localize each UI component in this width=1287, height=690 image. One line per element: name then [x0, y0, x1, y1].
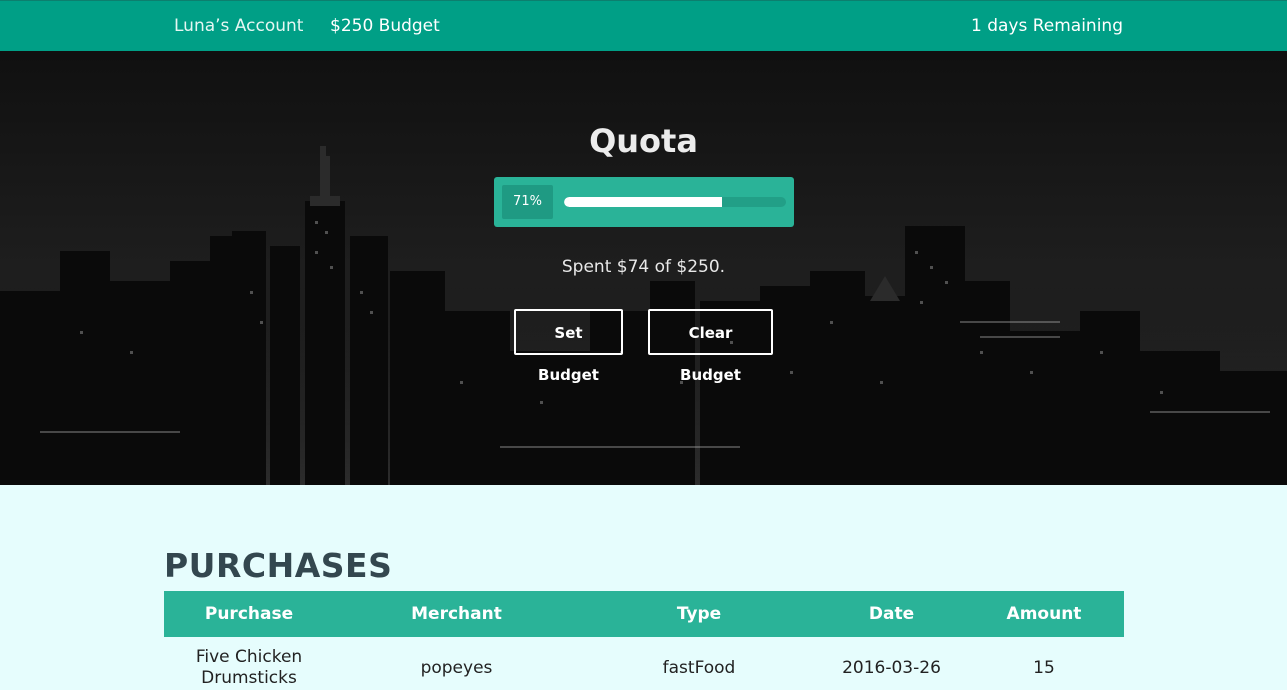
- days-remaining: 1 days Remaining: [970, 16, 1123, 36]
- purchases-table: Purchase Merchant Type Date Amount Five …: [164, 591, 1124, 690]
- account-name[interactable]: Luna’s Account: [174, 15, 303, 37]
- quota-title: Quota: [589, 122, 698, 160]
- cell-type: fastFood: [662, 658, 736, 678]
- spent-summary: Spent $74 of $250.: [561, 257, 726, 277]
- quota-progress-track: [564, 197, 786, 207]
- cell-purchase: Five Chicken Drumsticks: [195, 647, 303, 688]
- cell-amount: 15: [1033, 658, 1055, 678]
- clear-budget-button[interactable]: Clear Budget: [648, 309, 773, 384]
- quota-progress: 71%: [494, 177, 794, 227]
- quota-percent-badge: 71%: [502, 185, 553, 219]
- purchases-heading: PURCHASES: [164, 546, 393, 585]
- column-header-purchase: Purchase: [164, 591, 334, 637]
- column-header-date: Date: [819, 591, 964, 637]
- budget-amount: $250 Budget: [330, 16, 440, 36]
- table-header-row: Purchase Merchant Type Date Amount: [164, 591, 1124, 637]
- set-budget-button[interactable]: Set Budget: [514, 309, 623, 384]
- column-header-type: Type: [579, 591, 819, 637]
- top-bar: Luna’s Account $250 Budget 1 days Remain…: [0, 0, 1287, 51]
- cell-merchant: popeyes: [420, 658, 493, 678]
- cell-date: 2016-03-26: [842, 658, 941, 678]
- table-row: Five Chicken Drumsticks popeyes fastFood…: [164, 637, 1124, 690]
- quota-progress-fill: [564, 197, 722, 207]
- column-header-amount: Amount: [964, 591, 1124, 637]
- column-header-merchant: Merchant: [334, 591, 579, 637]
- hero-section: Quota 71% Spent $74 of $250. Set Budget …: [0, 51, 1287, 485]
